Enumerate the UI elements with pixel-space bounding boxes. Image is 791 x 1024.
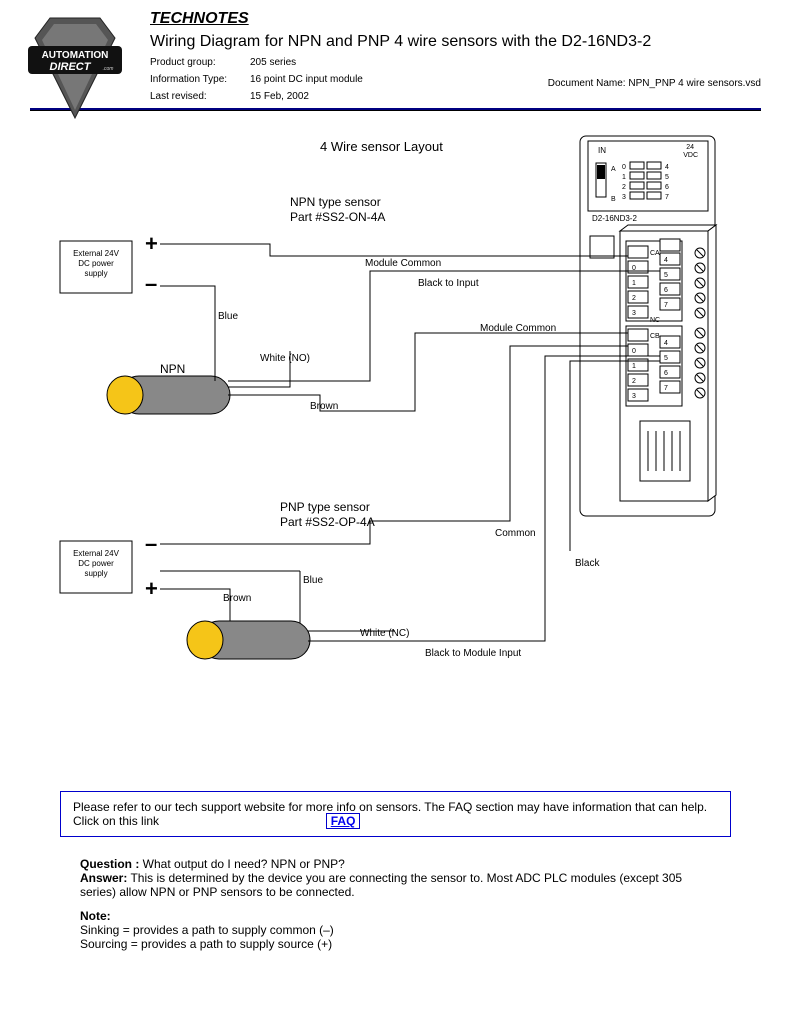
faq-text: Please refer to our tech support website… <box>73 800 707 828</box>
layout-title: 4 Wire sensor Layout <box>320 139 443 154</box>
npn-part: Part #SS2-ON-4A <box>290 210 385 224</box>
black-to-modinput: Black to Module Input <box>425 648 521 659</box>
plc-module: IN 24 VDC A B 04 15 26 37 D2-16ND3-2 <box>580 136 716 516</box>
svg-text:5: 5 <box>664 355 668 362</box>
svg-text:CB: CB <box>650 333 660 340</box>
svg-text:1: 1 <box>632 280 636 287</box>
pnp-plus: + <box>145 576 158 601</box>
npn-plus: + <box>145 231 158 256</box>
svg-text:24: 24 <box>686 144 694 151</box>
module-common-2: Module Common <box>480 323 556 334</box>
question-label: Question : <box>80 857 139 871</box>
svg-text:A: A <box>611 166 616 173</box>
svg-text:CA: CA <box>650 250 660 257</box>
wire-black: Black <box>575 558 600 569</box>
svg-text:IN: IN <box>598 146 606 155</box>
svg-text:D2-16ND3-2: D2-16ND3-2 <box>592 214 637 223</box>
svg-text:6: 6 <box>665 184 669 191</box>
answer: This is determined by the device you are… <box>80 871 682 899</box>
technotes-label: TECHNOTES <box>150 10 761 28</box>
svg-text:2: 2 <box>632 378 636 385</box>
svg-text:5: 5 <box>665 174 669 181</box>
svg-text:NPN: NPN <box>160 362 185 376</box>
svg-text:6: 6 <box>664 370 668 377</box>
header: AUTOMATION DIRECT .com TECHNOTES Wiring … <box>0 0 791 102</box>
svg-text:7: 7 <box>664 385 668 392</box>
svg-text:7: 7 <box>664 302 668 309</box>
pnp-sensor <box>187 621 310 659</box>
info-type-label: Information Type: <box>150 74 250 85</box>
pnp-part: Part #SS2-OP-4A <box>280 515 375 529</box>
black-to-input: Black to Input <box>418 278 479 289</box>
svg-text:.com: .com <box>103 66 114 72</box>
svg-text:VDC: VDC <box>683 152 698 159</box>
npn-title: NPN type sensor <box>290 195 381 209</box>
svg-text:DC power: DC power <box>78 259 114 268</box>
npn-minus: – <box>145 271 157 296</box>
svg-text:4: 4 <box>664 257 668 264</box>
pnp-minus: – <box>145 531 157 556</box>
svg-text:0: 0 <box>622 164 626 171</box>
common-label: Common <box>495 528 536 539</box>
svg-text:7: 7 <box>665 194 669 201</box>
wire-brown-2: Brown <box>223 593 251 604</box>
note-line2: Sourcing = provides a path to supply sou… <box>80 937 711 951</box>
faq-box: Please refer to our tech support website… <box>60 791 731 837</box>
info-type: 16 point DC input module <box>250 74 363 85</box>
svg-text:5: 5 <box>664 272 668 279</box>
logo: AUTOMATION DIRECT .com <box>20 10 130 120</box>
svg-text:DC power: DC power <box>78 559 114 568</box>
npn-sensor: NPN <box>107 362 230 414</box>
question: What output do I need? NPN or PNP? <box>139 857 344 871</box>
note-block: Note: Sinking = provides a path to suppl… <box>80 909 711 951</box>
svg-text:3: 3 <box>632 393 636 400</box>
wire-blue-2: Blue <box>303 575 323 586</box>
last-revised-label: Last revised: <box>150 91 250 102</box>
svg-text:DIRECT: DIRECT <box>50 61 92 73</box>
faq-link[interactable]: FAQ <box>326 813 361 829</box>
wire-white-no: White (NO) <box>260 353 310 364</box>
wire-brown: Brown <box>310 401 338 412</box>
svg-text:4: 4 <box>664 340 668 347</box>
svg-text:NC: NC <box>650 317 660 324</box>
product-group-label: Product group: <box>150 57 250 68</box>
svg-text:External 24V: External 24V <box>73 249 119 258</box>
document-name: Document Name: NPN_PNP 4 wire sensors.vs… <box>548 78 761 89</box>
wire-white-nc: White (NC) <box>360 628 409 639</box>
svg-text:6: 6 <box>664 287 668 294</box>
module-common-1: Module Common <box>365 258 441 269</box>
answer-label: Answer: <box>80 871 127 885</box>
wiring-diagram: 4 Wire sensor Layout IN 24 VDC A B 04 15… <box>0 111 791 771</box>
svg-text:4: 4 <box>665 164 669 171</box>
svg-text:B: B <box>611 196 616 203</box>
svg-text:2: 2 <box>622 184 626 191</box>
svg-text:3: 3 <box>622 194 626 201</box>
svg-text:1: 1 <box>632 363 636 370</box>
svg-text:supply: supply <box>84 269 107 278</box>
svg-text:supply: supply <box>84 569 107 578</box>
note-label: Note: <box>80 909 111 923</box>
pnp-title: PNP type sensor <box>280 500 370 514</box>
svg-text:2: 2 <box>632 295 636 302</box>
svg-text:External 24V: External 24V <box>73 549 119 558</box>
svg-text:0: 0 <box>632 348 636 355</box>
note-line1: Sinking = provides a path to supply comm… <box>80 923 711 937</box>
svg-text:1: 1 <box>622 174 626 181</box>
svg-text:3: 3 <box>632 310 636 317</box>
svg-text:AUTOMATION: AUTOMATION <box>42 50 109 61</box>
qa-block: Question : What output do I need? NPN or… <box>80 857 711 899</box>
product-group: 205 series <box>250 57 296 68</box>
page-title: Wiring Diagram for NPN and PNP 4 wire se… <box>150 33 761 51</box>
wire-blue: Blue <box>218 311 238 322</box>
last-revised: 15 Feb, 2002 <box>250 91 309 102</box>
